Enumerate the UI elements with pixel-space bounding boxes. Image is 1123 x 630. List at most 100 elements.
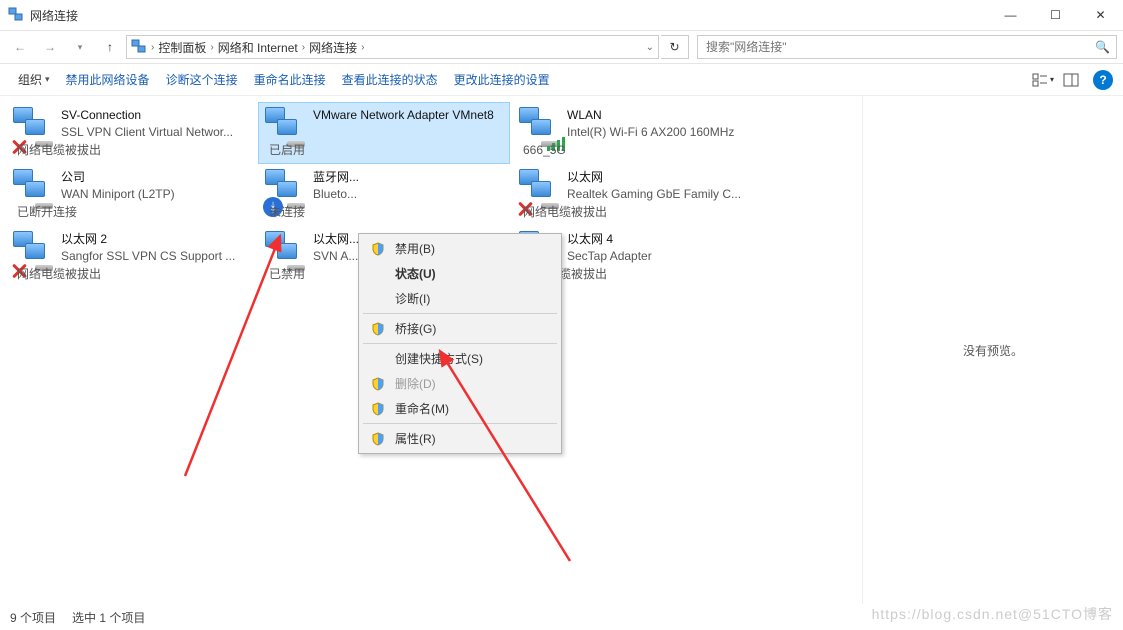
chevron-down-icon[interactable]: ⌄ (646, 42, 654, 53)
preview-empty-text: 没有预览。 (963, 342, 1023, 359)
connection-status: 未连接 (309, 199, 315, 223)
address-bar[interactable]: › 控制面板 › 网络和 Internet › 网络连接 › ⌄ (126, 35, 659, 59)
disable-device-button[interactable]: 禁用此网络设备 (58, 66, 158, 94)
back-button[interactable]: ← (6, 33, 34, 61)
main-area: SV-Connection网络电缆被拔出SSL VPN Client Virtu… (0, 96, 1123, 604)
chevron-icon: › (210, 42, 213, 53)
help-button[interactable]: ? (1093, 70, 1113, 90)
menu-item: 删除(D) (361, 371, 559, 396)
connection-name: SV-Connection (61, 107, 253, 124)
connection-tile[interactable]: 公司已断开连接WAN Miniport (L2TP) (6, 164, 258, 226)
menu-item-label: 删除(D) (389, 375, 436, 392)
forward-button[interactable]: → (36, 33, 64, 61)
connection-tile[interactable]: ᚼ蓝牙网...未连接Blueto... (258, 164, 510, 226)
connection-status: 已断开连接 (57, 199, 87, 223)
menu-item-label: 状态(U) (389, 265, 436, 282)
window-title: 网络连接 (30, 7, 988, 24)
preview-pane: 没有预览。 (862, 96, 1123, 604)
up-button[interactable]: ↑ (96, 33, 124, 61)
breadcrumb[interactable]: 网络连接 (309, 39, 357, 56)
connection-tile[interactable]: 以太网网络电缆被拔出Realtek Gaming GbE Family C... (512, 164, 764, 226)
connection-tile[interactable]: VMware Network Adapter VMnet8 已启用 (258, 102, 510, 164)
location-icon (131, 39, 147, 55)
menu-item[interactable]: 属性(R) (361, 426, 559, 451)
connection-info: 以太网 2网络电缆被拔出Sangfor SSL VPN CS Support .… (57, 229, 253, 285)
status-bar: 9 个项目 选中 1 个项目 (0, 604, 155, 630)
maximize-button[interactable]: ☐ (1033, 0, 1078, 30)
search-box[interactable]: 🔍 (697, 35, 1117, 59)
shield-icon (367, 377, 389, 391)
connection-name: 以太网 2 (61, 231, 253, 248)
chevron-icon: › (302, 42, 305, 53)
chevron-icon: › (151, 42, 154, 53)
connection-name: 以太网 4 (567, 231, 759, 248)
watermark: https://blog.csdn.net@51CTO博客 (872, 604, 1113, 624)
connection-name: 蓝牙网... (313, 169, 505, 186)
title-bar: 网络连接 — ☐ ✕ (0, 0, 1123, 30)
connections-pane[interactable]: SV-Connection网络电缆被拔出SSL VPN Client Virtu… (0, 96, 862, 604)
connection-status: 网络电缆被拔出 (57, 137, 111, 161)
navigation-bar: ← → ▾ ↑ › 控制面板 › 网络和 Internet › 网络连接 › ⌄… (0, 30, 1123, 64)
connection-info: SV-Connection网络电缆被拔出SSL VPN Client Virtu… (57, 105, 253, 161)
connection-tile[interactable]: SV-Connection网络电缆被拔出SSL VPN Client Virtu… (6, 102, 258, 164)
menu-item[interactable]: 状态(U) (361, 261, 559, 286)
preview-pane-button[interactable] (1057, 68, 1085, 92)
connection-name: WLAN (567, 107, 759, 124)
connection-info: 蓝牙网... 未连接Blueto... (309, 167, 505, 223)
connection-info: VMware Network Adapter VMnet8 已启用 (309, 105, 505, 161)
connection-info: 以太网网络电缆被拔出Realtek Gaming GbE Family C... (563, 167, 759, 223)
connection-status: 666_5G (563, 137, 576, 161)
menu-item[interactable]: 桥接(G) (361, 316, 559, 341)
shield-icon (367, 322, 389, 336)
menu-item-label: 禁用(B) (389, 240, 435, 257)
context-menu: 禁用(B) 状态(U) 诊断(I) 桥接(G) 创建快捷方式(S) 删除(D) 重命名(M)… (358, 233, 562, 454)
organize-button[interactable]: 组织 (10, 66, 58, 94)
menu-item[interactable]: 重命名(M) (361, 396, 559, 421)
shield-icon (367, 432, 389, 446)
chevron-icon: › (361, 42, 364, 53)
connection-name: 公司 (61, 169, 253, 186)
connection-device: WAN Miniport (L2TP) (61, 186, 253, 203)
connection-name: VMware Network Adapter VMnet8 (313, 107, 505, 124)
connection-device: Blueto... (313, 186, 505, 203)
close-button[interactable]: ✕ (1078, 0, 1123, 30)
connection-device: Intel(R) Wi-Fi 6 AX200 160MHz (567, 124, 759, 141)
app-icon (8, 7, 24, 23)
connection-tile[interactable]: 以太网 2网络电缆被拔出Sangfor SSL VPN CS Support .… (6, 226, 258, 288)
menu-item-label: 属性(R) (389, 430, 436, 447)
menu-item[interactable]: 诊断(I) (361, 286, 559, 311)
view-status-button[interactable]: 查看此连接的状态 (334, 66, 446, 94)
connection-status: 网络电缆被拔出 (563, 199, 617, 223)
view-mode-button[interactable]: ▾ (1029, 68, 1057, 92)
connection-tile[interactable]: WLAN 666_5GIntel(R) Wi-Fi 6 AX200 160MHz (512, 102, 764, 164)
minimize-button[interactable]: — (988, 0, 1033, 30)
change-settings-button[interactable]: 更改此连接的设置 (446, 66, 558, 94)
command-bar: 组织 禁用此网络设备 诊断这个连接 重命名此连接 查看此连接的状态 更改此连接的… (0, 64, 1123, 96)
breadcrumb[interactable]: 控制面板 (158, 39, 206, 56)
diagnose-button[interactable]: 诊断这个连接 (158, 66, 246, 94)
menu-item[interactable]: 创建快捷方式(S) (361, 346, 559, 371)
connection-status: 网络电缆被拔出 (563, 261, 617, 285)
shield-icon (367, 242, 389, 256)
rename-connection-button[interactable]: 重命名此连接 (246, 66, 334, 94)
refresh-button[interactable]: ↻ (661, 35, 689, 59)
connection-name: 以太网 (567, 169, 759, 186)
breadcrumb[interactable]: 网络和 Internet (218, 39, 298, 56)
recent-dropdown[interactable]: ▾ (66, 33, 94, 61)
connection-status: 网络电缆被拔出 (57, 261, 111, 285)
status-selected-count: 选中 1 个项目 (72, 609, 145, 626)
connection-info: 以太网 4网络电缆被拔出SecTap Adapter (563, 229, 759, 285)
shield-icon (367, 402, 389, 416)
menu-item-label: 桥接(G) (389, 320, 436, 337)
menu-item[interactable]: 禁用(B) (361, 236, 559, 261)
connection-status: 已启用 (309, 137, 315, 161)
menu-item-label: 创建快捷方式(S) (389, 350, 483, 367)
connection-info: 公司已断开连接WAN Miniport (L2TP) (57, 167, 253, 223)
connection-status: 已禁用 (309, 261, 315, 285)
search-icon[interactable]: 🔍 (1095, 40, 1110, 54)
search-input[interactable] (704, 39, 1095, 55)
menu-item-label: 重命名(M) (389, 400, 449, 417)
status-item-count: 9 个项目 (10, 609, 56, 626)
connection-info: WLAN 666_5GIntel(R) Wi-Fi 6 AX200 160MHz (563, 105, 759, 161)
menu-item-label: 诊断(I) (389, 290, 430, 307)
